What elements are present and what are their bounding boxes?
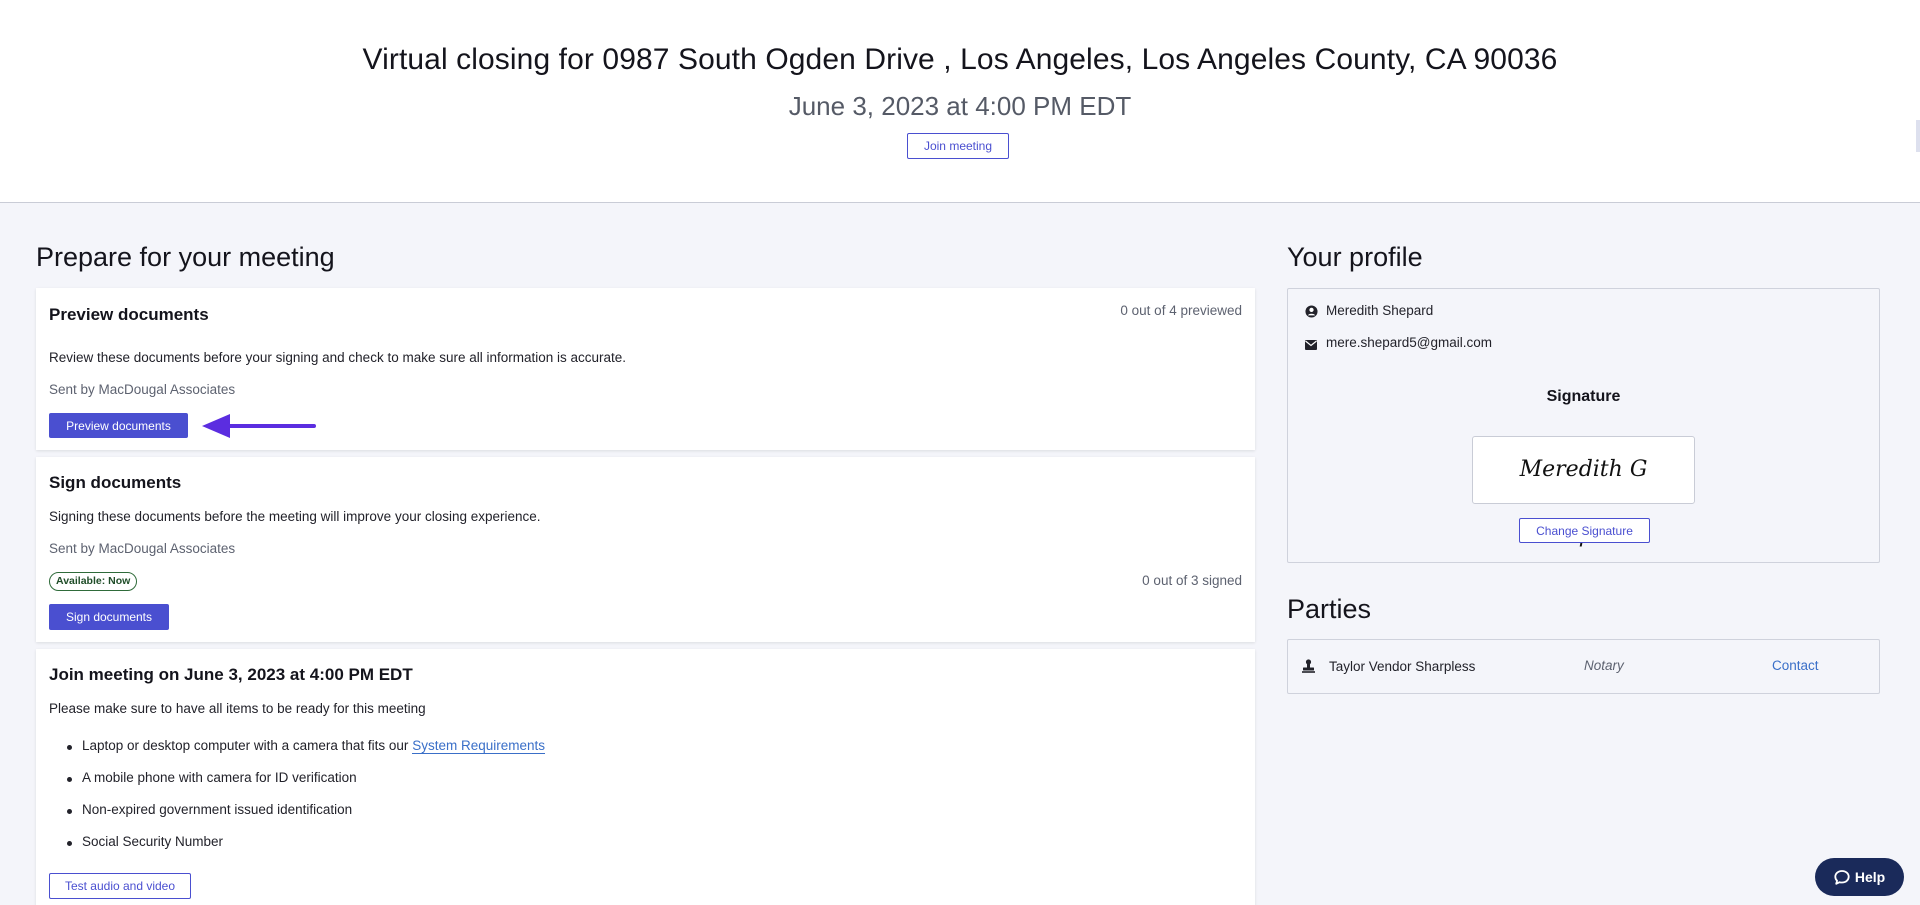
sign-sender: Sent by MacDougal Associates [49,541,236,556]
chat-bubble-icon [1834,870,1850,885]
list-item: A mobile phone with camera for ID verifi… [50,770,545,802]
requirement-text: Laptop or desktop computer with a camera… [82,738,409,753]
party-name: Taylor Vendor Sharpless [1329,659,1476,674]
test-audio-video-button[interactable]: Test audio and video [49,873,191,899]
signature-preview: Meredith G Shepard [1472,436,1695,548]
scroll-edge-marker [1916,120,1920,152]
closing-datetime: June 3, 2023 at 4:00 PM EDT [788,91,1132,121]
help-label: Help [1854,869,1886,885]
sign-heading: Sign documents [49,473,182,492]
profile-name: Meredith Shepard [1326,303,1434,318]
preview-count: 0 out of 4 previewed [1120,303,1242,318]
preview-description: Review these documents before your signi… [49,350,627,365]
stamp-icon [1302,659,1316,673]
profile-panel: Meredith Shepard mere.shepard5@gmail.com… [1287,288,1880,563]
envelope-icon [1305,337,1319,351]
sign-count: 0 out of 3 signed [1142,573,1242,588]
list-item: Non-expired government issued identifica… [50,802,545,834]
help-button[interactable]: Help [1815,858,1904,896]
join-heading: Join meeting on June 3, 2023 at 4:00 PM … [49,665,413,684]
list-item: Social Security Number [50,834,545,866]
list-item: Laptop or desktop computer with a camera… [50,738,545,770]
sign-documents-button[interactable]: Sign documents [49,604,169,630]
user-circle-icon [1305,305,1319,319]
join-meeting-card: Join meeting on June 3, 2023 at 4:00 PM … [36,649,1255,905]
preview-sender: Sent by MacDougal Associates [49,382,236,397]
availability-badge: Available: Now [49,572,138,591]
change-signature-button[interactable]: Change Signature [1519,518,1650,543]
sign-description: Signing these documents before the meeti… [49,509,541,524]
profile-email: mere.shepard5@gmail.com [1326,335,1493,350]
party-role: Notary [1584,658,1624,673]
arrow-annotation-icon [202,414,316,438]
profile-section-title: Your profile [1287,242,1423,272]
requirements-list: Laptop or desktop computer with a camera… [50,738,545,866]
signature-title: Signature [1546,388,1621,405]
closing-header: Virtual closing for 0987 South Ogden Dri… [0,0,1920,203]
preview-documents-button[interactable]: Preview documents [49,413,188,438]
join-meeting-button[interactable]: Join meeting [907,133,1009,159]
prepare-section-title: Prepare for your meeting [36,242,335,272]
join-intro: Please make sure to have all items to be… [49,701,426,716]
page-title: Virtual closing for 0987 South Ogden Dri… [362,43,1558,76]
system-requirements-link[interactable]: System Requirements [412,738,545,754]
preview-documents-card: Preview documents 0 out of 4 previewed R… [36,288,1255,450]
sign-documents-card: Sign documents Signing these documents b… [36,457,1255,642]
parties-panel: Taylor Vendor Sharpless Notary Contact [1287,639,1880,694]
preview-heading: Preview documents [49,305,209,324]
contact-link[interactable]: Contact [1772,658,1819,673]
parties-section-title: Parties [1287,594,1372,624]
